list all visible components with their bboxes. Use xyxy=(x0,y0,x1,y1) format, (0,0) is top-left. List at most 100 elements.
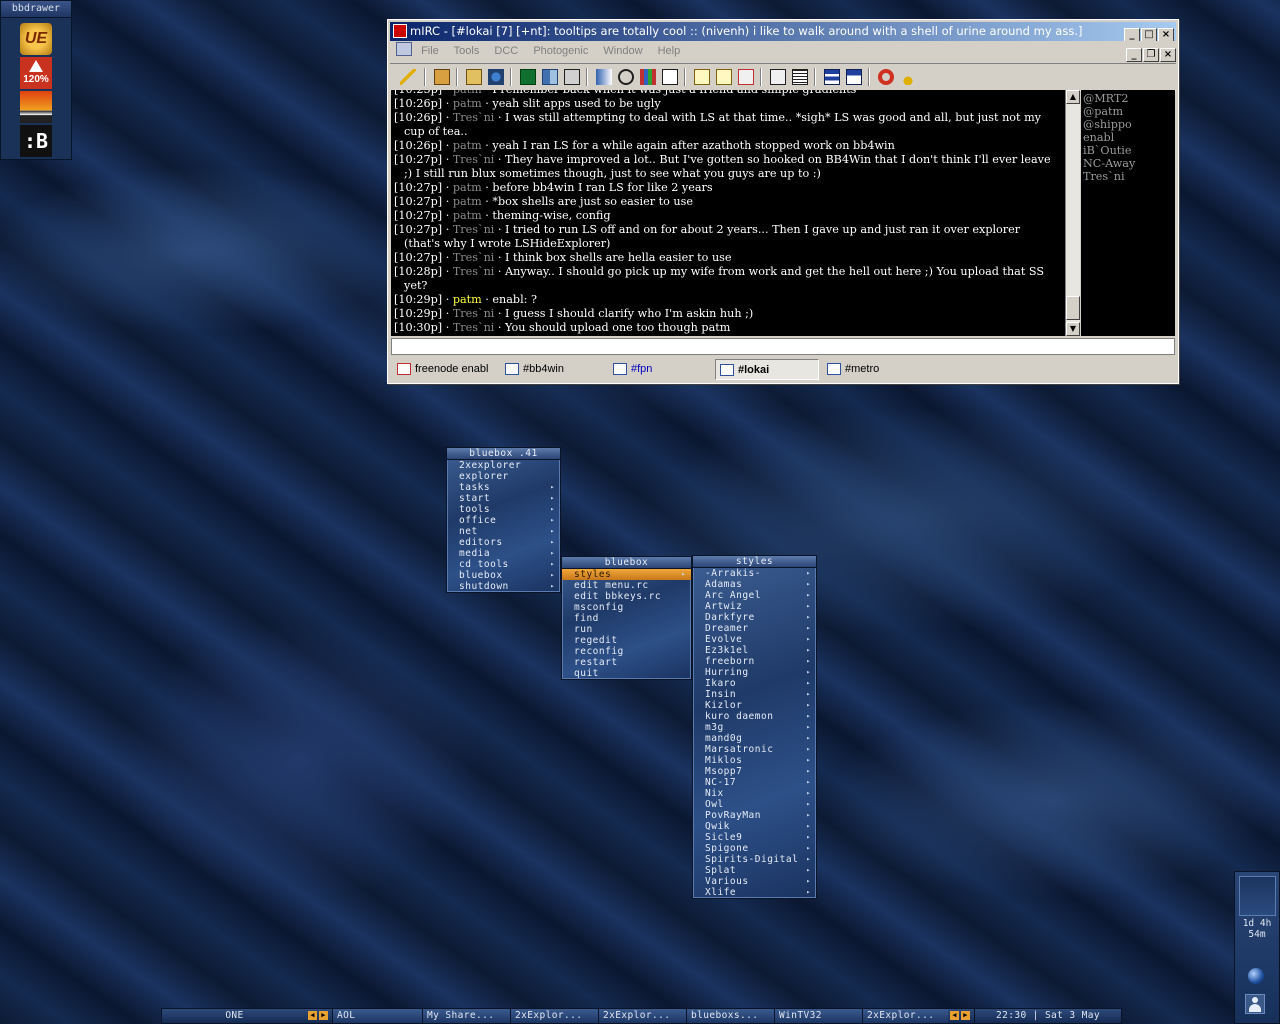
minimize-button[interactable]: _ xyxy=(1124,28,1140,41)
help-lifebuoy-icon[interactable] xyxy=(878,69,894,85)
chat-area[interactable]: [10:25p] · patm · I remember back when i… xyxy=(391,90,1067,336)
task-button[interactable]: blueboxs... xyxy=(686,1009,774,1023)
menu-item-edit-menu-rc[interactable]: edit menu.rc xyxy=(562,580,691,591)
menu-item-kuro-daemon[interactable]: kuro daemon ▸ xyxy=(693,711,816,722)
menu-item-freeborn[interactable]: freeborn ▸ xyxy=(693,656,816,667)
chat-nick[interactable]: patm xyxy=(453,293,482,306)
menu-item-miklos[interactable]: Miklos ▸ xyxy=(693,755,816,766)
menu-item-regedit[interactable]: regedit xyxy=(562,635,691,646)
colors-icon[interactable] xyxy=(640,69,656,85)
message-input[interactable] xyxy=(391,338,1175,355)
maximize-button[interactable]: □ xyxy=(1141,28,1157,41)
menu-item-editors[interactable]: editors ▸ xyxy=(447,537,560,548)
menu-item-adamas[interactable]: Adamas ▸ xyxy=(693,579,816,590)
mirc-titlebar[interactable]: mIRC - [#lokai [7] [+nt]: tooltips are t… xyxy=(390,22,1176,41)
menu-dcc[interactable]: DCC xyxy=(494,45,518,57)
menu-item-explorer[interactable]: explorer xyxy=(447,471,560,482)
menu-item-cd-tools[interactable]: cd tools ▸ xyxy=(447,559,560,570)
scroll-thumb[interactable] xyxy=(1066,296,1080,320)
menu-item-ez3k1el[interactable]: Ez3k1el ▸ xyxy=(693,645,816,656)
chat-nick[interactable]: Tres`ni xyxy=(453,307,495,320)
workspace-next-button[interactable]: ▶ xyxy=(319,1011,328,1020)
chat-nick[interactable]: patm xyxy=(453,90,482,96)
menu-item-darkfyre[interactable]: Darkfyre ▸ xyxy=(693,612,816,623)
menu-item-xlife[interactable]: Xlife ▸ xyxy=(693,887,816,898)
urls-icon[interactable] xyxy=(716,69,732,85)
nick-list-item[interactable]: NC-Away xyxy=(1083,157,1175,170)
menu-item-2xexplorer[interactable]: 2xexplorer xyxy=(447,460,560,471)
workspace-label[interactable]: ONE xyxy=(162,1009,307,1023)
cascade-icon[interactable] xyxy=(770,69,786,85)
window-next-button[interactable]: ▶ xyxy=(961,1011,970,1020)
menu-item-kizlor[interactable]: Kizlor ▸ xyxy=(693,700,816,711)
task-button[interactable]: 2xExplor... xyxy=(862,1009,948,1023)
menu-item-tasks[interactable]: tasks ▸ xyxy=(447,482,560,493)
chat-scrollbar[interactable]: ▲ ▼ xyxy=(1065,90,1080,336)
log-icon[interactable] xyxy=(662,69,678,85)
menu-item-net[interactable]: net ▸ xyxy=(447,526,560,537)
nick-list[interactable]: @MRT2 @patm @shippo enabl iB`Outie NC-Aw… xyxy=(1081,90,1175,336)
switchbar-tab-bb4win[interactable]: #bb4win xyxy=(501,359,609,380)
menu-item-quit[interactable]: quit xyxy=(562,668,691,679)
notify-icon[interactable] xyxy=(564,69,580,85)
menu-item-run[interactable]: run xyxy=(562,624,691,635)
chat-nick[interactable]: Tres`ni xyxy=(453,223,495,236)
menu-item-m3g[interactable]: m3g ▸ xyxy=(693,722,816,733)
menu-item-media[interactable]: media ▸ xyxy=(447,548,560,559)
menu-item-find[interactable]: find xyxy=(562,613,691,624)
menu-window[interactable]: Window xyxy=(603,45,642,57)
globe-icon[interactable] xyxy=(1248,968,1264,984)
user-icon[interactable] xyxy=(1245,994,1265,1014)
notes-icon[interactable] xyxy=(694,69,710,85)
about-icon[interactable] xyxy=(900,69,916,85)
chat-nick[interactable]: Tres`ni xyxy=(453,111,495,124)
menu-tools[interactable]: Tools xyxy=(454,45,480,57)
menu-item-artwiz[interactable]: Artwiz ▸ xyxy=(693,601,816,612)
menu-item-sicle9[interactable]: Sicle9 ▸ xyxy=(693,832,816,843)
nick-list-item[interactable]: iB`Outie xyxy=(1083,144,1175,157)
connect-icon[interactable] xyxy=(400,69,416,85)
menu-item-edit-bbkeys-rc[interactable]: edit bbkeys.rc xyxy=(562,591,691,602)
timer-icon[interactable] xyxy=(618,69,634,85)
menu-item-nix[interactable]: Nix ▸ xyxy=(693,788,816,799)
nick-list-item[interactable]: Tres`ni xyxy=(1083,170,1175,183)
slit-clock-icon[interactable] xyxy=(1239,876,1276,916)
tile-horizontal-icon[interactable] xyxy=(824,69,840,85)
switchbar-tab-lokai[interactable]: #lokai xyxy=(715,359,819,380)
switchbar-tab-freenode[interactable]: freenode enabl xyxy=(393,359,501,380)
menu-item-arc-angel[interactable]: Arc Angel ▸ xyxy=(693,590,816,601)
task-button[interactable]: 2xExplor... xyxy=(510,1009,598,1023)
address-book-icon[interactable] xyxy=(488,69,504,85)
scroll-down-button[interactable]: ▼ xyxy=(1066,322,1080,336)
mdi-minimize-button[interactable]: _ xyxy=(1126,48,1142,62)
users-icon[interactable] xyxy=(542,69,558,85)
menu-item-ikaro[interactable]: Ikaro ▸ xyxy=(693,678,816,689)
chat-nick[interactable]: patm xyxy=(453,195,482,208)
nick-list-item[interactable]: @patm xyxy=(1083,105,1175,118)
nick-list-item[interactable]: @MRT2 xyxy=(1083,92,1175,105)
workspace-prev-button[interactable]: ◀ xyxy=(308,1011,317,1020)
chat-nick[interactable]: patm xyxy=(453,209,482,222)
menu-item-restart[interactable]: restart xyxy=(562,657,691,668)
tile-vertical-icon[interactable] xyxy=(846,69,862,85)
chat-nick[interactable]: Tres`ni xyxy=(453,251,495,264)
scroll-up-button[interactable]: ▲ xyxy=(1066,90,1080,104)
chat-nick[interactable]: patm xyxy=(453,97,482,110)
blackbox-icon[interactable]: :B xyxy=(20,125,52,157)
channel-window-icon[interactable] xyxy=(396,42,412,56)
mdi-restore-button[interactable]: ❐ xyxy=(1143,48,1159,62)
menu-item-evolve[interactable]: Evolve ▸ xyxy=(693,634,816,645)
chat-nick[interactable]: patm xyxy=(453,139,482,152)
menu-item-dreamer[interactable]: Dreamer ▸ xyxy=(693,623,816,634)
menu-item-arrakis[interactable]: -Arrakis- ▸ xyxy=(693,568,816,579)
task-button[interactable]: 2xExplor... xyxy=(598,1009,686,1023)
menu-item-office[interactable]: office ▸ xyxy=(447,515,560,526)
mdi-close-button[interactable]: × xyxy=(1160,48,1176,62)
menu-help[interactable]: Help xyxy=(658,45,681,57)
nick-list-item[interactable]: @shippo xyxy=(1083,118,1175,131)
chat-nick[interactable]: Tres`ni xyxy=(453,153,495,166)
window-prev-button[interactable]: ◀ xyxy=(950,1011,959,1020)
menu-item-start[interactable]: start ▸ xyxy=(447,493,560,504)
script-editor-icon[interactable] xyxy=(520,69,536,85)
menu-item-various[interactable]: Various ▸ xyxy=(693,876,816,887)
